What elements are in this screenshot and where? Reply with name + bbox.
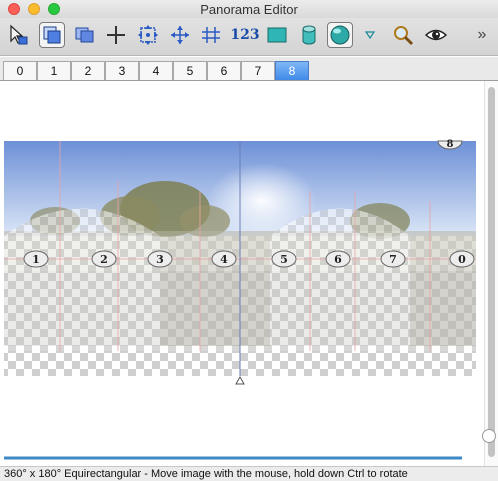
marker-2[interactable]: 2 [91,250,117,268]
crosshair-icon [107,26,125,44]
image-layer-button[interactable] [39,22,65,48]
tab-2[interactable]: 2 [71,61,105,80]
marker-6[interactable]: 6 [325,250,351,268]
tab-3[interactable]: 3 [105,61,139,80]
image-tabs: 0 1 2 3 4 5 6 7 8 [0,57,498,81]
zoom-button[interactable] [390,22,416,48]
dropdown-triangle-icon [364,31,376,40]
svg-text:3: 3 [156,253,164,266]
zoom-slider-knob[interactable] [482,429,496,443]
panorama-view[interactable]: 1 2 3 4 5 6 7 0 8 [0,81,484,466]
svg-text:2: 2 [100,253,108,266]
marker-4[interactable]: 4 [211,250,237,268]
sphere-button[interactable] [327,22,353,48]
rectangle-button[interactable] [264,22,290,48]
overflow-button[interactable]: » [472,22,492,48]
marker-5[interactable]: 5 [271,250,297,268]
toolbar: 123 » [0,18,498,56]
svg-text:5: 5 [280,253,288,266]
vertical-scroll-thumb[interactable] [488,87,495,457]
move-arrows-button[interactable] [135,22,161,48]
svg-text:7: 7 [389,253,397,266]
window-title: Panorama Editor [200,2,298,17]
tab-8[interactable]: 8 [275,61,309,80]
vertical-scrollbar[interactable] [484,81,498,466]
svg-text:0: 0 [458,253,466,266]
tab-6[interactable]: 6 [207,61,241,80]
editor-canvas[interactable]: 1 2 3 4 5 6 7 0 8 [0,81,484,466]
select-arrow-button[interactable] [5,22,31,48]
cylinder-button[interactable] [296,22,322,48]
tab-4[interactable]: 4 [139,61,173,80]
numbers-label: 123 [230,27,260,43]
tab-0[interactable]: 0 [3,61,37,80]
dropdown-button[interactable] [360,22,380,48]
select-arrow-icon [10,24,28,45]
tab-1[interactable]: 1 [37,61,71,80]
numbers-button[interactable]: 123 [230,22,260,48]
status-bar: 360° x 180° Equirectangular - Move image… [0,466,498,481]
sphere-icon [330,25,350,45]
overlay-layers-button[interactable] [72,22,98,48]
magnifier-icon [394,26,414,46]
overlay-layers-icon [75,27,94,43]
preview-button[interactable] [423,22,449,48]
align-button[interactable] [198,22,224,48]
svg-text:6: 6 [334,253,342,266]
svg-text:1: 1 [32,253,40,266]
center-handle[interactable] [235,375,245,385]
align-icon [202,27,220,43]
image-layer-icon [43,26,61,44]
eye-icon [424,29,448,41]
rectangle-icon [267,27,287,43]
tab-7[interactable]: 7 [241,61,275,80]
svg-text:4: 4 [220,253,228,266]
marker-0[interactable]: 0 [449,250,475,268]
crosshair-button[interactable] [103,22,129,48]
svg-text:8: 8 [447,139,454,150]
center-move-icon [171,26,189,44]
center-move-button[interactable] [167,22,193,48]
move-arrows-icon [138,25,158,45]
marker-3[interactable]: 3 [147,250,173,268]
marker-7[interactable]: 7 [380,250,406,268]
cylinder-icon [302,25,316,45]
marker-1[interactable]: 1 [23,250,49,268]
title-bar: Panorama Editor [0,0,498,18]
tab-5[interactable]: 5 [173,61,207,80]
